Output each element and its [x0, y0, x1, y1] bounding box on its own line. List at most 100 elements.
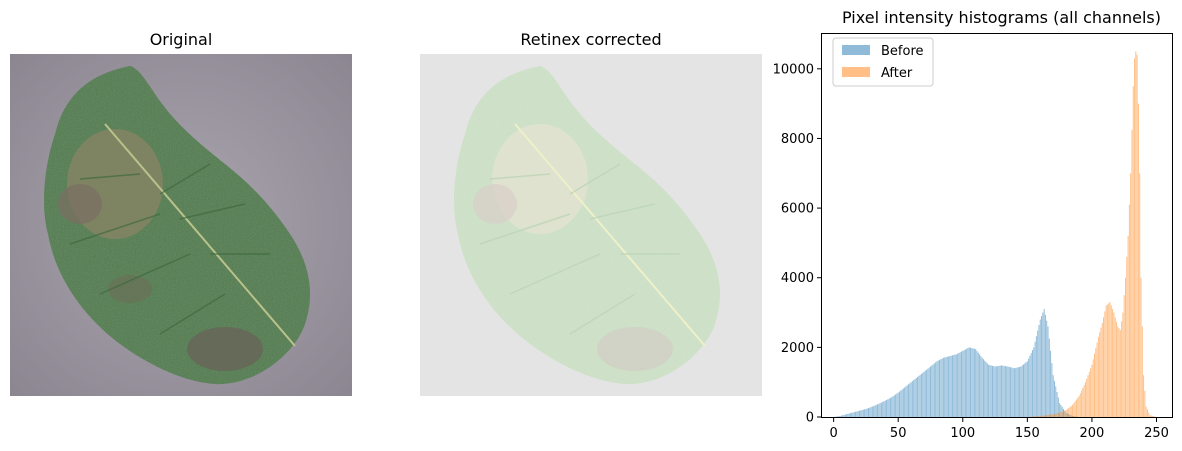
histogram-bar: [1078, 396, 1080, 417]
histogram-bar: [953, 355, 955, 417]
histogram-bar: [1047, 326, 1049, 417]
histogram-bar: [927, 368, 929, 417]
x-tick-label: 150: [1015, 426, 1040, 441]
histogram-bar: [1017, 367, 1019, 417]
histogram-bar: [864, 409, 866, 417]
histogram-bar: [858, 410, 860, 417]
histogram-bar: [979, 354, 981, 417]
histogram-bar: [957, 353, 959, 417]
histogram-bar: [972, 348, 974, 417]
histogram-bar: [1059, 412, 1061, 417]
histogram-bar: [842, 415, 844, 417]
histogram-bar: [989, 365, 991, 417]
histogram-bar: [935, 362, 937, 417]
histogram-bar: [1135, 51, 1137, 418]
histogram-bar: [1050, 414, 1052, 417]
histogram-bar: [954, 354, 956, 417]
histogram-bar: [1052, 375, 1054, 417]
histogram-bar: [843, 414, 845, 417]
histogram-bar: [1028, 358, 1030, 417]
histogram-bar: [1144, 390, 1146, 417]
histogram-bar: [942, 357, 944, 417]
histogram-bar: [963, 350, 965, 417]
histogram-bar: [1033, 416, 1035, 417]
histogram-bar: [1057, 413, 1059, 417]
histogram-bar: [959, 352, 961, 417]
histogram-bar: [964, 349, 966, 417]
histogram-bar: [951, 355, 953, 417]
histogram-bar: [1043, 415, 1045, 417]
histogram-bar: [904, 387, 906, 417]
histogram-bar: [1026, 361, 1028, 417]
histogram-bar: [1056, 391, 1058, 417]
histogram-bar: [1052, 414, 1054, 417]
histogram-bar: [1044, 415, 1046, 417]
histogram-bar: [900, 390, 902, 417]
histogram-bar: [857, 411, 859, 417]
histogram-bar: [1103, 317, 1105, 417]
histogram-bar: [1131, 129, 1133, 417]
histogram-bar: [889, 397, 891, 417]
legend: Before After: [832, 37, 934, 87]
histogram-bar: [840, 415, 842, 417]
histogram-bar: [1030, 352, 1032, 417]
histogram-bar: [1013, 368, 1015, 417]
histogram-bar: [875, 404, 877, 417]
histogram-bar: [1053, 413, 1055, 417]
histogram-bar: [908, 384, 910, 417]
histogram-bar: [862, 409, 864, 417]
histogram-bar: [993, 366, 995, 417]
y-tick-label: 8000: [781, 132, 814, 147]
histogram-bar: [909, 383, 911, 417]
histogram-bar: [1043, 309, 1045, 417]
histogram-bar: [1068, 407, 1070, 417]
histogram-bar: [1099, 332, 1101, 417]
histogram-bar: [950, 355, 952, 417]
histogram-bar: [1012, 367, 1014, 417]
histogram-bar: [966, 348, 968, 417]
histogram-bar: [1146, 409, 1148, 417]
legend-swatch-after: [842, 67, 870, 77]
histogram-bar: [1001, 365, 1003, 417]
histogram-bar: [1104, 311, 1106, 417]
histogram-bar: [944, 357, 946, 417]
y-tick-label: 2000: [781, 341, 814, 356]
series-before: [834, 309, 1079, 417]
histogram-bar: [977, 352, 979, 417]
x-tick-label: 200: [1080, 426, 1105, 441]
histogram-bar: [865, 408, 867, 417]
histogram-bar: [1118, 328, 1120, 417]
histogram-bar: [1010, 367, 1012, 417]
histogram-bar: [975, 349, 977, 417]
histogram-bar: [1122, 312, 1124, 417]
histogram-bar: [1079, 393, 1081, 417]
histogram-bar: [994, 366, 996, 417]
histogram-bar: [917, 376, 919, 417]
histogram-bar: [1132, 86, 1134, 418]
histogram-bar: [1110, 305, 1112, 417]
histogram-bar: [1034, 416, 1036, 417]
histogram-bar: [926, 369, 928, 417]
histogram-bar: [960, 351, 962, 417]
histogram-bar: [970, 347, 972, 417]
histogram-bar: [919, 374, 921, 417]
histogram-bar: [982, 359, 984, 417]
histogram-bar: [1002, 365, 1004, 417]
histogram-bar: [923, 371, 925, 417]
histogram-bar: [910, 382, 912, 417]
histogram-chart: Pixel intensity histograms (all channels…: [773, 8, 1173, 441]
histogram-bar: [940, 359, 942, 417]
histogram-bar: [1117, 326, 1119, 417]
histogram-bar: [946, 356, 948, 417]
histogram-bar: [844, 414, 846, 417]
chart-title: Pixel intensity histograms (all channels…: [842, 8, 1161, 27]
histogram-bar: [1149, 415, 1151, 417]
histogram-bar: [955, 354, 957, 417]
histogram-bar: [997, 366, 999, 417]
histogram-bar: [1096, 342, 1098, 417]
histogram-bar: [906, 385, 908, 417]
histogram-bar: [1032, 350, 1034, 417]
histogram-bar: [880, 402, 882, 417]
histogram-bar: [898, 391, 900, 417]
legend-label-after: After: [881, 66, 913, 81]
